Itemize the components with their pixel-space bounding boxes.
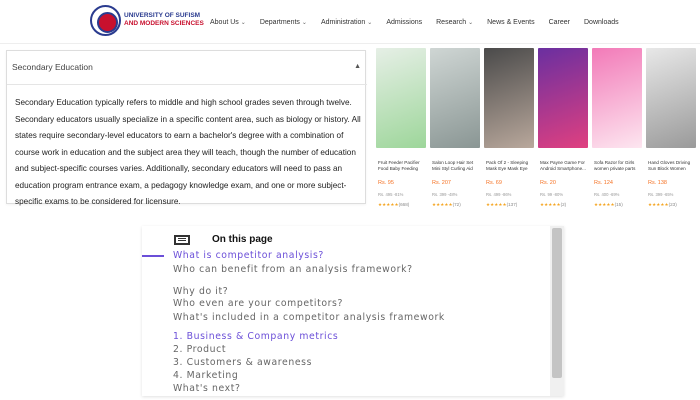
toc-link[interactable]: What's next? <box>173 384 241 394</box>
product-price: Rs. 69 <box>486 180 502 186</box>
collapse-icon[interactable]: ▲ <box>354 63 361 70</box>
product-card[interactable]: Max Payne Game For Android Smartphone...… <box>538 48 588 218</box>
brand-line-1: UNIVERSITY OF SUFISM <box>124 12 201 19</box>
chevron-down-icon: ⌄ <box>301 19 307 26</box>
main-nav: About Us ⌄ Departments ⌄ Administration ⌄ A… <box>210 0 633 44</box>
product-rating: ★★★★★(668) <box>378 202 409 208</box>
chevron-down-icon: ⌄ <box>468 19 474 26</box>
toc-title: On this page <box>212 234 273 245</box>
nav-departments[interactable]: Departments ⌄ <box>260 19 307 26</box>
product-name[interactable]: Max Payne Game For Android Smartphone... <box>540 160 588 172</box>
product-rating: ★★★★★(23) <box>648 202 677 208</box>
product-rating: ★★★★★(137) <box>486 202 517 208</box>
nav-news-events[interactable]: News & Events <box>487 19 534 26</box>
nav-label: Administration <box>320 18 366 26</box>
nav-career[interactable]: Career <box>549 19 570 26</box>
scrollbar-thumb[interactable] <box>552 228 562 378</box>
rating-count: (2) <box>560 202 567 207</box>
star-icons: ★★★★★ <box>594 202 615 207</box>
toc-link[interactable]: Who can benefit from an analysis framewo… <box>173 265 413 275</box>
chevron-down-icon: ⌄ <box>240 19 246 26</box>
nav-label: Career <box>548 18 570 26</box>
accordion-secondary-education: Secondary Education ▲ Secondary Educatio… <box>6 50 367 206</box>
product-rating: ★★★★★(2) <box>540 202 566 208</box>
nav-admissions[interactable]: Admissions <box>386 19 422 26</box>
product-card[interactable]: Pack Of 2 - Sleeping Mask Eye Mask Eye S… <box>484 48 534 218</box>
product-price: Rs. 20 <box>540 180 556 186</box>
product-card[interactable]: Hand Gloves Driving Sun Block Women Fash… <box>646 48 696 218</box>
product-price: Rs. 124 <box>594 180 613 186</box>
nav-label: Admissions <box>386 18 423 26</box>
product-name[interactable]: Pack Of 2 - Sleeping Mask Eye Mask Eye S… <box>486 160 534 172</box>
rating-count: (72) <box>452 202 461 207</box>
nav-downloads[interactable]: Downloads <box>584 19 619 26</box>
university-logo[interactable] <box>90 5 121 36</box>
toc-link[interactable]: 4. Marketing <box>173 371 238 381</box>
product-image[interactable] <box>646 48 696 148</box>
nav-administration[interactable]: Administration ⌄ <box>321 19 372 26</box>
nav-label: Downloads <box>584 18 619 26</box>
product-name[interactable]: Hand Gloves Driving Sun Block Women Fash… <box>648 160 696 172</box>
star-icons: ★★★★★ <box>432 202 453 207</box>
product-image[interactable] <box>592 48 642 148</box>
product-old-price: Rs. 400 -69% <box>594 192 620 197</box>
product-name[interactable]: Fruit Feeder Pacifier Food Baby Feeding … <box>378 160 426 172</box>
toc-link[interactable]: 1. Business & Company metrics <box>173 332 338 342</box>
product-card[interactable]: Sofa Razor for Girls women private parts… <box>592 48 642 218</box>
nav-label: Research <box>436 18 467 26</box>
active-indicator <box>142 255 164 257</box>
toc-link[interactable]: What's included in a competitor analysis… <box>173 313 445 323</box>
product-image[interactable] <box>430 48 480 148</box>
toc-link[interactable]: 2. Product <box>173 345 226 355</box>
toc-link[interactable]: Who even are your competitors? <box>173 299 343 309</box>
toc-link[interactable]: 3. Customers & awareness <box>173 358 312 368</box>
nav-label: News & Events <box>487 18 535 26</box>
product-old-price: Rs. 495 -81% <box>378 192 404 197</box>
product-name[interactable]: Salon Loop Hair Set Mini Styl Curling Ai… <box>432 160 480 172</box>
accordion-title: Secondary Education <box>12 62 93 72</box>
star-icons: ★★★★★ <box>486 202 507 207</box>
accordion-header[interactable]: Secondary Education ▲ <box>7 51 367 85</box>
brand-name[interactable]: UNIVERSITY OF SUFISM AND MODERN SCIENCES <box>124 12 204 28</box>
chevron-down-icon: ⌄ <box>367 19 373 26</box>
product-old-price: Rs. 499 -86% <box>486 192 512 197</box>
star-icons: ★★★★★ <box>648 202 669 207</box>
site-header: UNIVERSITY OF SUFISM AND MODERN SCIENCES… <box>0 0 700 44</box>
on-this-page-panel: On this page What is competitor analysis… <box>142 226 564 396</box>
product-rating: ★★★★★(15) <box>594 202 623 208</box>
product-strip: Fruit Feeder Pacifier Food Baby Feeding … <box>376 48 700 218</box>
product-card[interactable]: Salon Loop Hair Set Mini Styl Curling Ai… <box>430 48 480 218</box>
product-old-price: Rs. 399 -48% <box>432 192 458 197</box>
brand-line-2: AND MODERN SCIENCES <box>124 20 204 27</box>
product-image[interactable] <box>484 48 534 148</box>
rating-count: (15) <box>614 202 623 207</box>
accordion-body: Secondary Education typically refers to … <box>15 98 361 206</box>
scrollbar[interactable] <box>550 226 564 396</box>
product-price: Rs. 207 <box>432 180 451 186</box>
nav-about-us[interactable]: About Us ⌄ <box>210 19 246 26</box>
list-icon <box>174 235 190 245</box>
product-price: Rs. 95 <box>378 180 394 186</box>
rating-count: (668) <box>398 202 410 207</box>
rating-count: (23) <box>668 202 677 207</box>
product-price: Rs. 138 <box>648 180 667 186</box>
toc-link[interactable]: What is competitor analysis? <box>173 251 324 261</box>
product-rating: ★★★★★(72) <box>432 202 461 208</box>
toc-link[interactable]: Why do it? <box>173 287 228 297</box>
nav-label: Departments <box>259 18 300 26</box>
product-image[interactable] <box>538 48 588 148</box>
product-name[interactable]: Sofa Razor for Girls women private parts… <box>594 160 642 172</box>
nav-label: About Us <box>210 18 239 26</box>
star-icons: ★★★★★ <box>540 202 561 207</box>
product-old-price: Rs. 399 -65% <box>648 192 674 197</box>
star-icons: ★★★★★ <box>378 202 399 207</box>
rating-count: (137) <box>506 202 518 207</box>
nav-research[interactable]: Research ⌄ <box>436 19 473 26</box>
product-image[interactable] <box>376 48 426 148</box>
product-old-price: Rs. 99 -80% <box>540 192 564 197</box>
product-card[interactable]: Fruit Feeder Pacifier Food Baby Feeding … <box>376 48 426 218</box>
